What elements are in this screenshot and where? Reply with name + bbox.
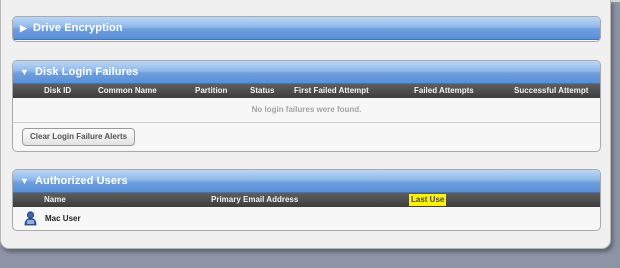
empty-table-message: No login failures were found. [251,105,362,114]
users-table-header: Name Primary Email Address Last Use [13,193,600,207]
drive-encryption-panel: ▶ Drive Encryption [12,16,601,42]
table-row[interactable]: Mac User [13,207,600,229]
authorized-users-header[interactable]: ▼ Authorized Users [13,170,600,193]
disk-login-failures-header[interactable]: ▼ Disk Login Failures [13,61,600,84]
collapse-arrow-icon: ▼ [20,67,30,77]
disk-login-failures-panel: ▼ Disk Login Failures Disk ID Common Nam… [12,60,601,152]
authorized-users-title: Authorized Users [35,175,128,187]
column-header-common-name[interactable]: Common Name [98,86,157,95]
column-header-failed-attempts[interactable]: Failed Attempts [414,86,474,95]
column-header-partition[interactable]: Partition [195,86,227,95]
column-header-primary-email[interactable]: Primary Email Address [211,195,298,204]
failures-table-header: Disk ID Common Name Partition Status Fir… [13,84,600,98]
expand-arrow-icon: ▶ [20,22,28,33]
disk-login-failures-title: Disk Login Failures [35,66,139,78]
column-header-first-failed-attempt[interactable]: First Failed Attempt [294,86,369,95]
column-header-last-use[interactable]: Last Use [409,194,447,206]
encryption-window: ▶ Drive Encryption ▼ Disk Login Failures… [0,0,611,249]
drive-encryption-header[interactable]: ▶ Drive Encryption [13,17,600,40]
collapse-arrow-icon: ▼ [20,176,30,186]
authorized-users-panel: ▼ Authorized Users Name Primary Email Ad… [12,169,601,231]
button-row: Clear Login Failure Alerts [13,123,600,151]
user-name: Mac User [45,213,81,223]
user-icon [24,210,37,225]
column-header-disk-id[interactable]: Disk ID [44,86,71,95]
drive-encryption-title: Drive Encryption [33,22,123,34]
clear-login-failure-alerts-button[interactable]: Clear Login Failure Alerts [22,128,136,146]
column-header-name[interactable]: Name [44,195,66,204]
column-header-successful-attempt[interactable]: Successful Attempt [514,86,588,95]
column-header-status[interactable]: Status [250,86,274,95]
